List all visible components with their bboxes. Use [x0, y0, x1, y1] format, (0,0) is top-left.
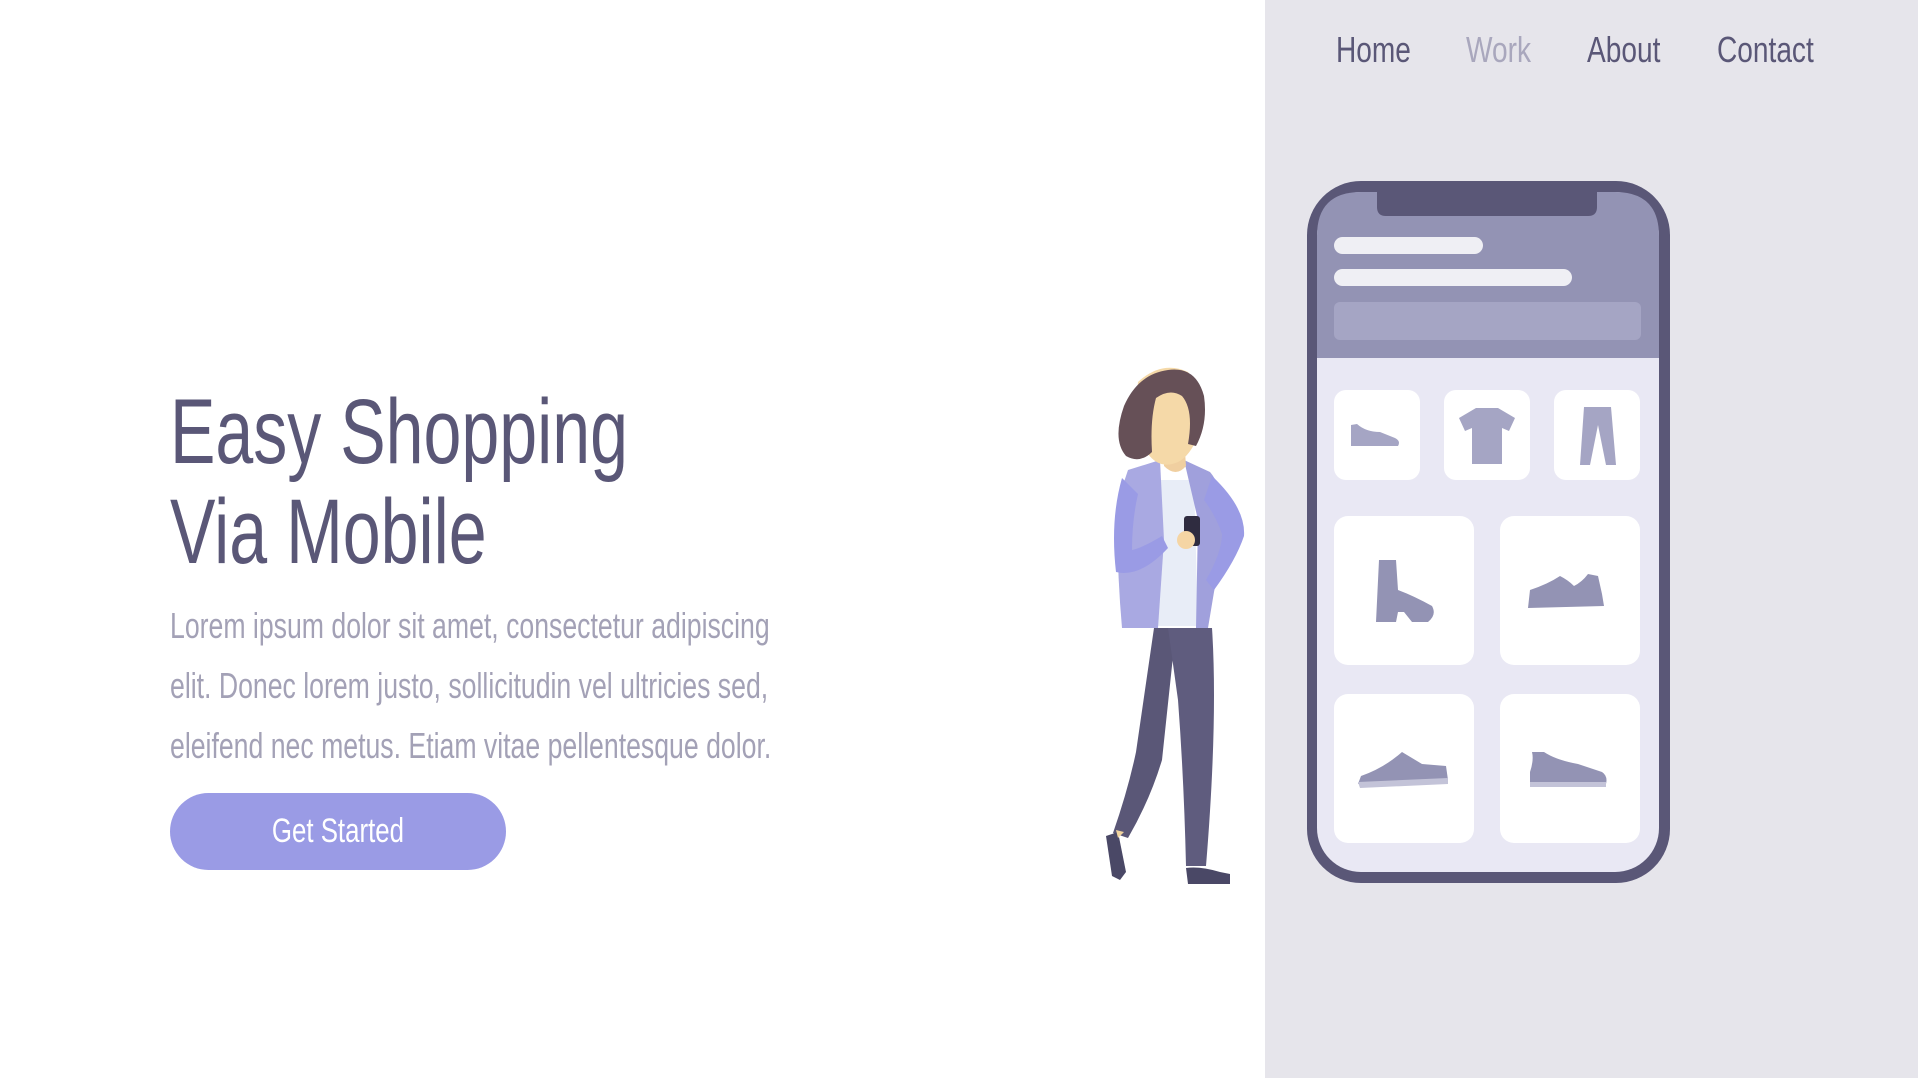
hero-desc-line1: Lorem ipsum dolor sit amet, consectetur …	[170, 605, 770, 646]
hero-desc-line3: eleifend nec metus. Etiam vitae pellente…	[170, 725, 772, 766]
woman-illustration	[1106, 367, 1245, 884]
get-started-button[interactable]: Get Started	[170, 793, 506, 870]
hero-description: Lorem ipsum dolor sit amet, consectetur …	[170, 596, 771, 776]
right-panel	[1265, 0, 1918, 1078]
get-started-label: Get Started	[271, 812, 405, 850]
nav-about[interactable]: About	[1587, 29, 1660, 71]
nav-contact[interactable]: Contact	[1717, 29, 1814, 71]
hero-title-line1: Easy Shopping	[170, 381, 628, 483]
hero-desc-line2: elit. Donec lorem justo, sollicitudin ve…	[170, 665, 769, 706]
hero-title: Easy Shopping Via Mobile	[170, 382, 628, 582]
nav-work[interactable]: Work	[1466, 29, 1531, 71]
nav-home[interactable]: Home	[1336, 29, 1411, 71]
hero-title-line2: Via Mobile	[170, 481, 487, 583]
